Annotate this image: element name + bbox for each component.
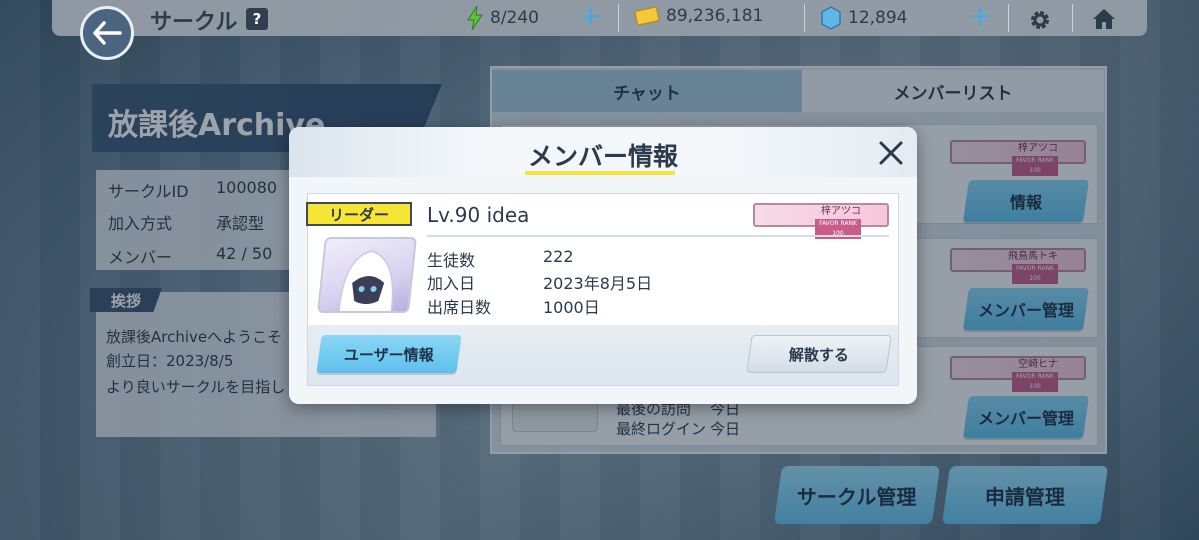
favor-badge: 梓アツコ FAVOR RANK 100 [753,203,889,239]
stat-label: 出席日数 [427,298,492,317]
dialog-title: メンバー情報 [527,142,678,171]
divider [804,4,805,32]
player-name: Lv.90 idea [427,203,530,227]
leader-badge: リーダー [306,202,412,226]
arrow-left-icon [93,21,122,45]
divider [618,4,619,32]
close-icon[interactable] [877,139,905,167]
ap-value: 8/240 [490,8,539,28]
stat-value: 222 [543,247,574,266]
page-title: サークル [150,10,238,35]
help-icon[interactable]: ? [246,8,268,30]
divider [1008,4,1009,32]
stat-label: 加入日 [427,274,476,293]
home-icon[interactable] [1092,8,1116,30]
add-pyroxene-button[interactable]: + [968,2,993,32]
lightning-icon [467,6,483,30]
back-button[interactable] [80,6,134,60]
divider [427,235,889,237]
credit-value: 89,236,181 [666,6,764,26]
gear-icon[interactable] [1028,8,1052,32]
stat-value: 2023年8月5日 [543,274,653,293]
add-ap-button[interactable]: + [578,2,603,32]
ap-counter: 8/240 [466,6,539,30]
user-info-button[interactable]: ユーザー情報 [316,335,462,373]
student-portrait-icon [337,250,394,313]
player-avatar [317,237,417,313]
credit-icon [634,6,660,26]
member-info-dialog: メンバー情報 リーダー Lv.90 idea 梓アツコ FAVOR RANK 10… [289,127,917,404]
pyroxene-value: 12,894 [848,8,908,28]
stat-value: 1000日 [543,298,600,317]
title-underline [525,171,675,175]
credit-counter: 89,236,181 [634,6,763,26]
pyroxene-icon [821,6,841,30]
stat-label: 生徒数 [427,251,476,270]
divider [1072,4,1073,32]
pyroxene-counter: 12,894 [820,6,907,30]
dismiss-button[interactable]: 解散する [746,335,892,373]
